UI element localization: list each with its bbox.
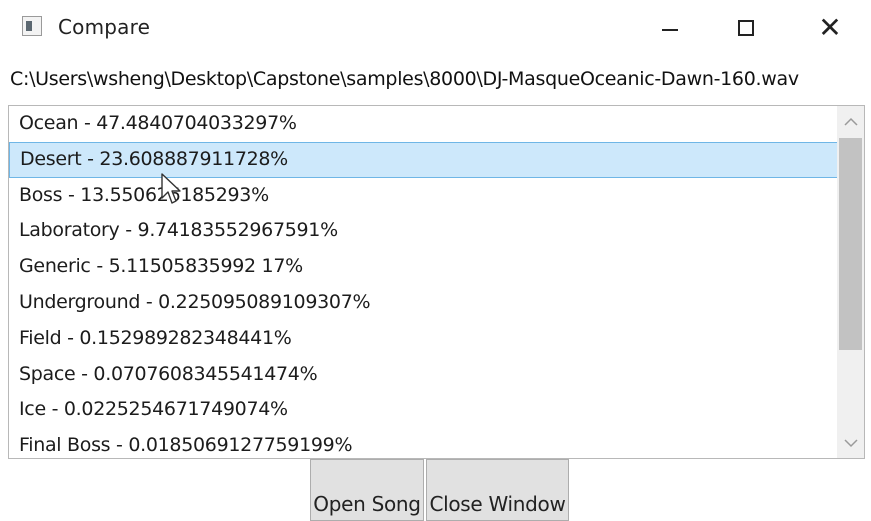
list-item[interactable]: Generic - 5.11505835992 17% xyxy=(9,249,838,285)
maximize-icon xyxy=(738,20,754,36)
list-item[interactable]: Final Boss - 0.0185069127759199% xyxy=(9,428,838,458)
list-item[interactable]: Desert - 23.608887911728% xyxy=(9,141,838,178)
results-list: Ocean - 47.4840704033297% Desert - 23.608… xyxy=(9,106,838,458)
maximize-button[interactable] xyxy=(716,0,776,56)
list-item[interactable]: Underground - 0.225095089109307% xyxy=(9,285,838,321)
list-item[interactable]: Laboratory - 9.74183552967591% xyxy=(9,213,838,249)
minimize-button[interactable] xyxy=(640,0,700,56)
mouse-cursor-icon xyxy=(161,173,181,204)
results-listbox[interactable]: Ocean - 47.4840704033297% Desert - 23.608… xyxy=(8,105,865,459)
scrollbar-thumb[interactable] xyxy=(839,138,862,350)
minimize-icon xyxy=(662,29,678,31)
file-path-label: C:\Users\wsheng\Desktop\Capstone\samples… xyxy=(10,68,799,90)
scroll-down-icon[interactable] xyxy=(837,428,864,458)
list-item[interactable]: Space - 0.0707608345541474% xyxy=(9,357,838,393)
close-button[interactable]: ✕ xyxy=(800,0,860,56)
title-bar: Compare ✕ xyxy=(0,0,871,56)
list-item[interactable]: Ice - 0.0225254671749074% xyxy=(9,392,838,428)
compare-window: Compare ✕ C:\Users\wsheng\Desktop\Capsto… xyxy=(0,0,871,521)
close-window-button[interactable]: Close Window xyxy=(426,459,569,521)
list-item[interactable]: Field - 0.152989282348441% xyxy=(9,321,838,357)
scroll-up-icon[interactable] xyxy=(837,106,864,136)
app-icon xyxy=(22,16,42,36)
list-item[interactable]: Ocean - 47.4840704033297% xyxy=(9,106,838,142)
close-icon: ✕ xyxy=(818,11,842,44)
list-item[interactable]: Boss - 13.550626185293% xyxy=(9,178,838,214)
open-song-button[interactable]: Open Song xyxy=(310,459,424,521)
window-title: Compare xyxy=(58,15,151,39)
vertical-scrollbar[interactable] xyxy=(837,106,864,458)
